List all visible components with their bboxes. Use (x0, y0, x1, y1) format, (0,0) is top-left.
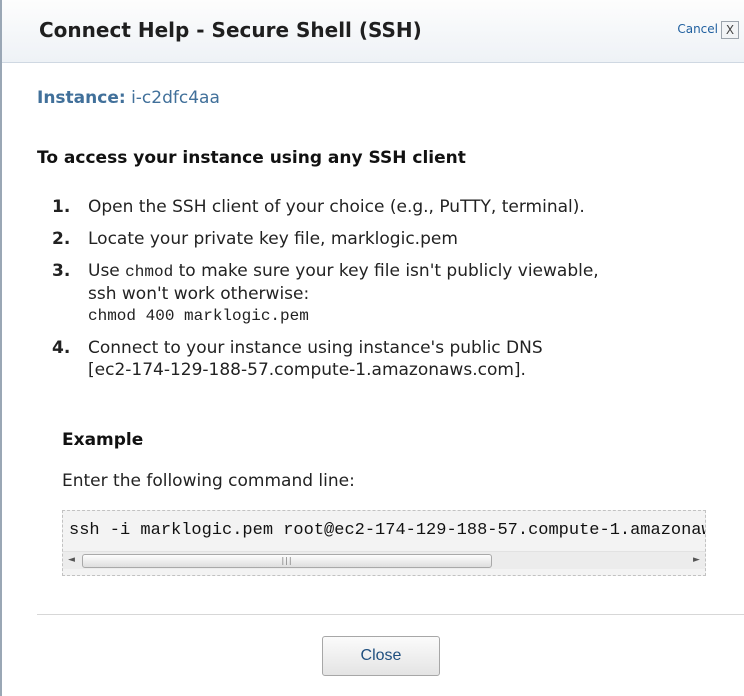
cancel-link[interactable]: Cancel (677, 22, 718, 36)
step-text: Open the SSH client of your choice (e.g.… (88, 197, 585, 217)
ssh-command[interactable]: ssh -i marklogic.pem root@ec2-174-129-18… (69, 521, 705, 540)
instance-label: Instance: (37, 88, 126, 108)
dialog-header: Connect Help - Secure Shell (SSH) Cancel… (2, 0, 744, 63)
instance-line: Instance: i-c2dfc4aa (37, 88, 220, 108)
steps-list: 1. Open the SSH client of your choice (e… (52, 196, 742, 391)
example-title: Example (62, 430, 144, 450)
step-text: Locate your private key file, marklogic.… (88, 229, 458, 249)
close-button[interactable]: Close (322, 636, 440, 676)
horizontal-scrollbar[interactable]: ◄ ||| ► (63, 551, 705, 569)
example-instruction: Enter the following command line: (62, 471, 355, 491)
chmod-inline-code: chmod (125, 263, 174, 281)
step-text-before: Use (88, 261, 120, 281)
step-number: 1. (52, 197, 71, 217)
window-left-edge (0, 0, 2, 696)
step-text: Use chmod to make sure your key file isn… (88, 260, 628, 305)
close-x-icon[interactable]: X (721, 21, 739, 39)
public-dns: [ec2-174-129-188-57.compute-1.amazonaws.… (88, 360, 526, 380)
step-4: 4. Connect to your instance using instan… (52, 337, 742, 381)
step-number: 2. (52, 229, 71, 249)
step-2: 2. Locate your private key file, marklog… (52, 228, 742, 250)
command-box[interactable]: ssh -i marklogic.pem root@ec2-174-129-18… (62, 510, 706, 576)
footer-divider (37, 614, 744, 615)
step-number: 3. (52, 261, 71, 281)
step-number: 4. (52, 338, 71, 358)
instance-id: i-c2dfc4aa (131, 88, 220, 108)
scrollbar-thumb[interactable]: ||| (82, 554, 492, 568)
step-3: 3. Use chmod to make sure your key file … (52, 260, 742, 327)
step-text-line1: Connect to your instance using instance'… (88, 338, 543, 358)
dialog-title: Connect Help - Secure Shell (SSH) (39, 18, 422, 42)
grip-icon: ||| (281, 556, 293, 565)
step-1: 1. Open the SSH client of your choice (e… (52, 196, 742, 218)
section-heading: To access your instance using any SSH cl… (37, 148, 466, 168)
chmod-command: chmod 400 marklogic.pem (88, 307, 309, 325)
scroll-left-icon[interactable]: ◄ (63, 552, 80, 569)
scroll-right-icon[interactable]: ► (688, 552, 705, 569)
